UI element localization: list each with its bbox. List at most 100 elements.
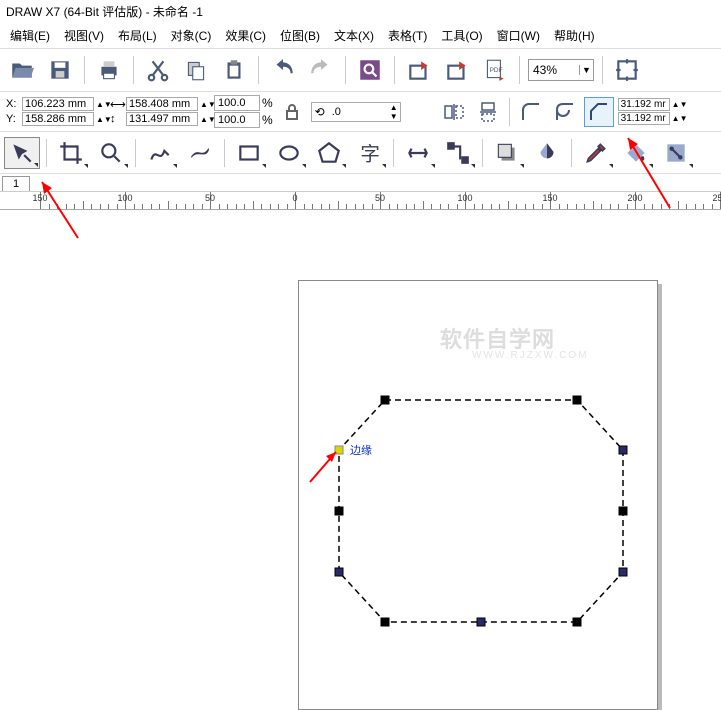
menu-view[interactable]: 视图(V) bbox=[64, 27, 104, 44]
height-icon: ↕ bbox=[110, 113, 124, 125]
h-spinner[interactable]: ▲▼ bbox=[200, 116, 210, 123]
artistic-media-tool[interactable] bbox=[182, 137, 218, 169]
crop-tool[interactable] bbox=[53, 137, 89, 169]
canvas[interactable]: 软件自学网 WWW.RJZXW.COM 边缘 bbox=[0, 222, 721, 709]
scale-percent: % % bbox=[214, 95, 273, 128]
export-button[interactable] bbox=[441, 54, 473, 86]
fill-tool[interactable] bbox=[618, 137, 654, 169]
lock-ratio-button[interactable] bbox=[277, 97, 307, 127]
copy-button[interactable] bbox=[180, 54, 212, 86]
drop-shadow-tool[interactable] bbox=[489, 137, 525, 169]
zoom-tool[interactable] bbox=[93, 137, 129, 169]
page-tab-strip: 1 bbox=[0, 174, 721, 192]
zoom-value[interactable] bbox=[529, 63, 579, 77]
standard-toolbar: PDF ▼ bbox=[0, 48, 721, 92]
text-tool[interactable]: 字 bbox=[351, 137, 387, 169]
node-tr-chamfer[interactable] bbox=[619, 446, 628, 455]
open-button[interactable] bbox=[6, 54, 38, 86]
scallop-corner-button[interactable] bbox=[550, 97, 580, 127]
pct-unit-1: % bbox=[262, 96, 273, 110]
menu-window[interactable]: 窗口(W) bbox=[497, 27, 540, 44]
dimension-tool[interactable] bbox=[400, 137, 436, 169]
print-button[interactable] bbox=[93, 54, 125, 86]
position-coords: X:▲▼ Y:▲▼ bbox=[6, 97, 106, 126]
x-label: X: bbox=[6, 98, 20, 110]
menu-effects[interactable]: 效果(C) bbox=[225, 27, 266, 44]
polygon-tool[interactable] bbox=[311, 137, 347, 169]
interactive-fill-tool[interactable] bbox=[658, 137, 694, 169]
handle-br[interactable] bbox=[573, 618, 582, 627]
cr1-spin[interactable]: ▲▼ bbox=[672, 100, 688, 109]
scale-h-input[interactable] bbox=[214, 112, 260, 128]
publish-pdf-button[interactable]: PDF bbox=[479, 54, 511, 86]
corner-radius-2[interactable] bbox=[618, 112, 670, 125]
rotation-input-group[interactable]: ⟲ ▲▼ bbox=[311, 102, 401, 122]
toolbox-row: 字 bbox=[0, 132, 721, 174]
mirror-v-button[interactable] bbox=[473, 97, 503, 127]
zoom-level-input[interactable]: ▼ bbox=[528, 59, 594, 81]
horizontal-ruler: 15010050050100150200250 bbox=[0, 192, 721, 210]
menu-edit[interactable]: 编辑(E) bbox=[10, 27, 50, 44]
import-button[interactable] bbox=[403, 54, 435, 86]
property-bar: X:▲▼ Y:▲▼ ⟷▲▼ ↕▲▼ % % ⟲ ▲▼ ▲▼ ▲▼ bbox=[0, 92, 721, 132]
selected-shape[interactable]: 边缘 bbox=[335, 396, 627, 626]
menu-text[interactable]: 文本(X) bbox=[334, 27, 374, 44]
octagon-path[interactable] bbox=[335, 396, 627, 626]
cut-button[interactable] bbox=[142, 54, 174, 86]
handle-r[interactable] bbox=[619, 507, 628, 516]
freehand-tool[interactable] bbox=[142, 137, 178, 169]
x-spinner[interactable]: ▲▼ bbox=[96, 101, 106, 108]
snap-button[interactable] bbox=[611, 54, 643, 86]
height-input[interactable] bbox=[126, 112, 198, 126]
handle-l[interactable] bbox=[335, 507, 344, 516]
width-input[interactable] bbox=[126, 97, 198, 111]
save-button[interactable] bbox=[44, 54, 76, 86]
chamfer-corner-button[interactable] bbox=[584, 97, 614, 127]
x-input[interactable] bbox=[22, 97, 94, 111]
node-b-mid[interactable] bbox=[477, 618, 486, 627]
search-button[interactable] bbox=[354, 54, 386, 86]
menu-tools[interactable]: 工具(O) bbox=[441, 27, 482, 44]
redo-button[interactable] bbox=[305, 54, 337, 86]
menu-layout[interactable]: 布局(L) bbox=[118, 27, 157, 44]
node-selected[interactable] bbox=[335, 446, 344, 455]
round-corner-button[interactable] bbox=[516, 97, 546, 127]
mirror-h-button[interactable] bbox=[439, 97, 469, 127]
y-spinner[interactable]: ▲▼ bbox=[96, 116, 106, 123]
corner-radius-values: ▲▼ ▲▼ bbox=[618, 98, 688, 125]
handle-bl[interactable] bbox=[381, 618, 390, 627]
rotation-icon: ⟲ bbox=[312, 105, 328, 119]
menu-bitmap[interactable]: 位图(B) bbox=[280, 27, 320, 44]
node-bl-chamfer[interactable] bbox=[335, 568, 344, 577]
menu-bar: 编辑(E) 视图(V) 布局(L) 对象(C) 效果(C) 位图(B) 文本(X… bbox=[0, 23, 721, 48]
y-input[interactable] bbox=[22, 112, 94, 126]
eyedropper-tool[interactable] bbox=[578, 137, 614, 169]
w-spinner[interactable]: ▲▼ bbox=[200, 101, 210, 108]
rectangle-tool[interactable] bbox=[231, 137, 267, 169]
size-coords: ⟷▲▼ ↕▲▼ bbox=[110, 97, 210, 126]
scale-w-input[interactable] bbox=[214, 95, 260, 111]
menu-table[interactable]: 表格(T) bbox=[388, 27, 427, 44]
ellipse-tool[interactable] bbox=[271, 137, 307, 169]
handle-tr[interactable] bbox=[573, 396, 582, 405]
handle-tl[interactable] bbox=[381, 396, 390, 405]
connector-tool[interactable] bbox=[440, 137, 476, 169]
paste-button[interactable] bbox=[218, 54, 250, 86]
menu-object[interactable]: 对象(C) bbox=[171, 27, 212, 44]
rotation-spinner[interactable]: ▲▼ bbox=[388, 103, 400, 121]
page-tab-1[interactable]: 1 bbox=[2, 176, 30, 191]
rotation-input[interactable] bbox=[328, 106, 388, 118]
transparency-tool[interactable] bbox=[529, 137, 565, 169]
shape-tool[interactable] bbox=[4, 137, 40, 169]
zoom-dropdown-icon[interactable]: ▼ bbox=[579, 65, 593, 75]
menu-help[interactable]: 帮助(H) bbox=[554, 27, 595, 44]
svg-text:PDF: PDF bbox=[490, 67, 503, 74]
edge-tooltip: 边缘 bbox=[349, 442, 373, 458]
node-br-chamfer[interactable] bbox=[619, 568, 628, 577]
watermark-url: WWW.RJZXW.COM bbox=[472, 350, 589, 361]
corner-radius-1[interactable] bbox=[618, 98, 670, 111]
undo-button[interactable] bbox=[267, 54, 299, 86]
title-bar: DRAW X7 (64-Bit 评估版) - 未命名 -1 bbox=[0, 0, 721, 23]
pct-unit-2: % bbox=[262, 113, 273, 127]
cr2-spin[interactable]: ▲▼ bbox=[672, 114, 688, 123]
